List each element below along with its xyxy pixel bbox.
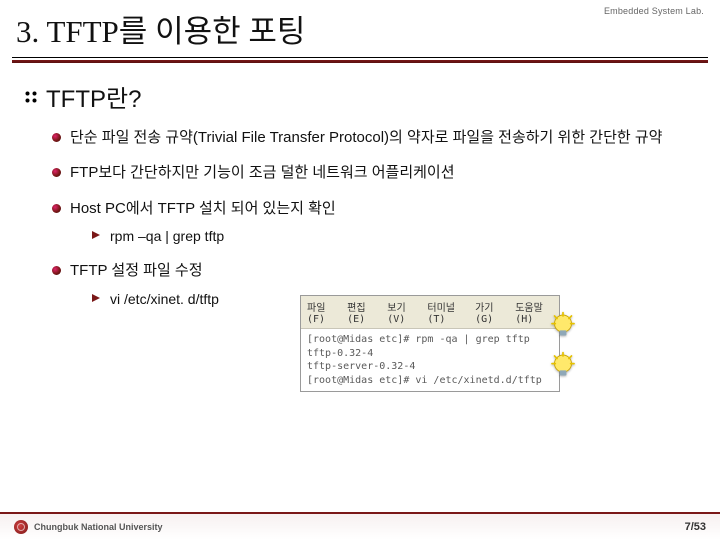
- content: TFTP란? 단순 파일 전송 규약(Trivial File Transfer…: [0, 63, 720, 310]
- bullet-text: FTP보다 간단하지만 기능이 조금 덜한 네트워크 어플리케이션: [70, 164, 455, 181]
- bullet-text: 단순 파일 전송 규약(Trivial File Transfer Protoc…: [70, 129, 662, 146]
- terminal-line: [root@Midas etc]# rpm -qa | grep tftp: [307, 333, 553, 347]
- section-heading: TFTP란?: [24, 79, 696, 114]
- page-number: 7/53: [685, 521, 706, 533]
- menu-item: 터미널(T): [427, 299, 465, 325]
- lightbulb-icon: [546, 310, 580, 344]
- bullet-item: FTP보다 간단하지만 기능이 조금 덜한 네트워크 어플리케이션: [52, 161, 696, 184]
- terminal-line: tftp-0.32-4: [307, 347, 553, 361]
- menu-item: 파일(F): [307, 299, 337, 325]
- sub-text: rpm –qa | grep tftp: [110, 228, 224, 244]
- menu-item: 편집(E): [347, 299, 377, 325]
- terminal-line: tftp-server-0.32-4: [307, 360, 553, 374]
- university-brand: Chungbuk National University: [14, 520, 163, 534]
- lab-label: Embedded System Lab.: [604, 6, 704, 16]
- menu-item: 보기(V): [387, 299, 417, 325]
- bullet-item: 단순 파일 전송 규약(Trivial File Transfer Protoc…: [52, 126, 696, 149]
- terminal-body: [root@Midas etc]# rpm -qa | grep tftp tf…: [301, 329, 559, 391]
- bullet-text: Host PC에서 TFTP 설치 되어 있는지 확인: [70, 200, 336, 217]
- sub-list: rpm –qa | grep tftp: [92, 226, 696, 248]
- sub-text: vi /etc/xinet. d/tftp: [110, 291, 219, 307]
- terminal-menubar: 파일(F) 편집(E) 보기(V) 터미널(T) 가기(G) 도움말(H): [301, 296, 559, 329]
- university-name: Chungbuk National University: [34, 522, 163, 532]
- slide-title: 3. TFTP를 이용한 포팅: [16, 6, 704, 51]
- grid-bullet-icon: [24, 90, 38, 104]
- bullet-text: TFTP 설정 파일 수정: [70, 262, 203, 279]
- footer: Chungbuk National University 7/53: [0, 512, 720, 540]
- slide: Embedded System Lab. 3. TFTP를 이용한 포팅 TFT…: [0, 0, 720, 540]
- terminal-window: 파일(F) 편집(E) 보기(V) 터미널(T) 가기(G) 도움말(H) [r…: [300, 295, 560, 392]
- university-logo-icon: [14, 520, 28, 534]
- sub-item: rpm –qa | grep tftp: [92, 226, 696, 248]
- menu-item: 가기(G): [475, 299, 505, 325]
- title-rule: [12, 57, 708, 63]
- bullet-item: Host PC에서 TFTP 설치 되어 있는지 확인 rpm –qa | gr…: [52, 197, 696, 248]
- section-heading-text: TFTP란?: [46, 79, 141, 114]
- terminal-line: [root@Midas etc]# vi /etc/xinetd.d/tftp: [307, 374, 553, 388]
- lightbulb-icon: [546, 350, 580, 384]
- bullet-list: 단순 파일 전송 규약(Trivial File Transfer Protoc…: [52, 126, 696, 310]
